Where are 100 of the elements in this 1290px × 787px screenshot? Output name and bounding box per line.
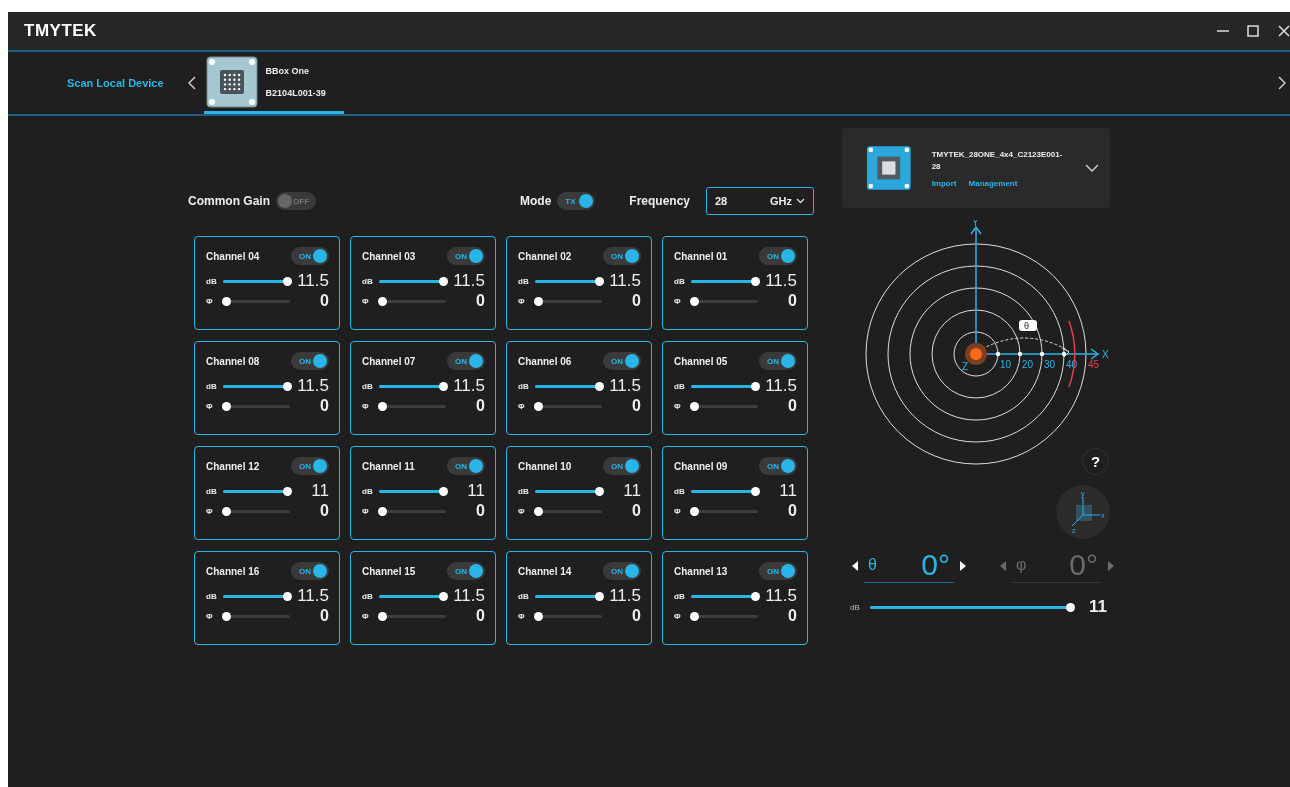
phase-value: 0	[320, 502, 329, 520]
toggle-switch[interactable]: ON	[759, 352, 797, 370]
toggle-switch[interactable]: ON	[603, 352, 641, 370]
axis-label: Y	[972, 220, 979, 228]
channel-name: Channel 01	[674, 250, 728, 262]
gain-value: 11.5	[297, 586, 329, 606]
gain-value: 11.5	[297, 271, 329, 291]
phase-label: Φ	[518, 611, 526, 621]
phase-value: 0	[632, 607, 641, 625]
phase-value: 0	[476, 607, 485, 625]
toggle-switch[interactable]: ON	[291, 457, 329, 475]
gain-value: 11.5	[297, 376, 329, 396]
gain-value: 11	[1089, 597, 1107, 617]
phase-value: 0	[632, 397, 641, 415]
channel-name: Channel 03	[362, 250, 416, 262]
device-card-link[interactable]: Import	[931, 178, 957, 188]
gain-label: dB	[518, 486, 530, 496]
phase-label: Φ	[362, 611, 370, 621]
channel-name: Channel 13	[674, 565, 728, 577]
phase-label: Φ	[674, 506, 682, 516]
phase-label: Φ	[206, 401, 214, 411]
gain-value: 11.5	[609, 376, 641, 396]
device-tab[interactable]: BBox One B2104L001-39	[203, 52, 344, 114]
phase-label: Φ	[206, 506, 214, 516]
toggle-switch[interactable]: ON	[447, 352, 485, 370]
device-name: BBox One	[265, 65, 311, 76]
mode-label: Mode	[519, 194, 552, 208]
gain-label: dB	[206, 486, 218, 496]
axis-label: X	[1102, 349, 1109, 360]
device-serial: B2104L001-39	[265, 87, 326, 98]
phase-value: 0	[320, 397, 329, 415]
channel-name: Channel 05	[674, 355, 728, 367]
channel-name: Channel 08	[206, 355, 260, 367]
gain-value: 11.5	[609, 586, 641, 606]
device-card-link[interactable]: Management	[968, 178, 1018, 188]
phase-label: Φ	[674, 611, 682, 621]
gain-label: dB	[362, 381, 374, 391]
channel-name: Channel 06	[518, 355, 572, 367]
channel-name: Channel 11	[362, 460, 415, 472]
channel-name: Channel 10	[518, 460, 572, 472]
frequency-label: Frequency	[629, 194, 690, 208]
phase-label: Φ	[206, 296, 214, 306]
gain-value: 11.5	[453, 271, 485, 291]
app-logo: TMYTEK	[24, 21, 98, 41]
theta-tag: θ	[1019, 320, 1037, 331]
device-card-name: TMYTEK_28ONE_4x4_C2123E001-28	[931, 148, 1064, 173]
phase-value: 0	[788, 607, 797, 625]
toggle-switch[interactable]: ON	[603, 247, 641, 265]
toggle-switch[interactable]: ON	[447, 562, 485, 580]
channel-name: Channel 02	[518, 250, 572, 262]
gain-value: 11	[779, 481, 797, 501]
channel-name: Channel 09	[674, 460, 728, 472]
gain-value: 11.5	[453, 586, 485, 606]
toggle-switch[interactable]: ON	[447, 247, 485, 265]
toggle-switch[interactable]: ON	[291, 247, 329, 265]
phase-value: 0	[320, 607, 329, 625]
phase-label: Φ	[362, 296, 370, 306]
gain-label: dB	[362, 591, 374, 601]
toggle-switch[interactable]: ON	[291, 352, 329, 370]
toggle-switch[interactable]: ON	[603, 457, 641, 475]
phase-label: Φ	[518, 506, 526, 516]
gain-value: 11.5	[453, 376, 485, 396]
angle-field[interactable]: θ 0°	[864, 549, 954, 583]
phase-value: 0	[632, 502, 641, 520]
gain-value: 11.5	[765, 271, 797, 291]
phase-value: 0	[476, 292, 485, 310]
phase-value: 0	[788, 502, 797, 520]
toggle-switch[interactable]: ON	[759, 247, 797, 265]
phase-value: 0	[632, 292, 641, 310]
common-gain-label: Common Gain	[188, 194, 270, 208]
channel-name: Channel 12	[206, 460, 260, 472]
phase-label: Φ	[518, 401, 526, 411]
gain-label: dB	[362, 486, 374, 496]
gain-label: dB	[674, 276, 686, 286]
help-button[interactable]: ?	[1082, 448, 1109, 475]
frequency-select[interactable]: 28 GHz	[706, 187, 814, 215]
toggle-switch[interactable]: ON	[759, 562, 797, 580]
axis-label: Z	[962, 361, 969, 372]
toggle-switch[interactable]: ON	[291, 562, 329, 580]
phase-value: 0	[320, 292, 329, 310]
channel-name: Channel 14	[518, 565, 572, 577]
gain-label: dB	[674, 381, 686, 391]
toggle-switch[interactable]: OFF	[276, 192, 316, 210]
gain-label: dB	[674, 486, 686, 496]
phase-value: 0	[476, 397, 485, 415]
channel-name: Channel 07	[362, 355, 416, 367]
toggle-switch[interactable]: ON	[759, 457, 797, 475]
toggle-switch[interactable]: ON	[603, 562, 641, 580]
scan-local-device-link[interactable]: Scan Local Device	[67, 77, 164, 89]
phase-value: 0	[476, 502, 485, 520]
toggle-switch[interactable]: ON	[447, 457, 485, 475]
channel-name: Channel 16	[206, 565, 260, 577]
toggle-switch[interactable]: TX	[557, 192, 596, 210]
phase-value: 0	[788, 292, 797, 310]
channel-name: Channel 04	[206, 250, 260, 262]
tick-label: 30	[1044, 359, 1056, 370]
gain-value: 11	[623, 481, 641, 501]
gain-label: dB	[518, 381, 530, 391]
gain-label: dB	[362, 276, 374, 286]
gain-value: 11.5	[765, 586, 797, 606]
